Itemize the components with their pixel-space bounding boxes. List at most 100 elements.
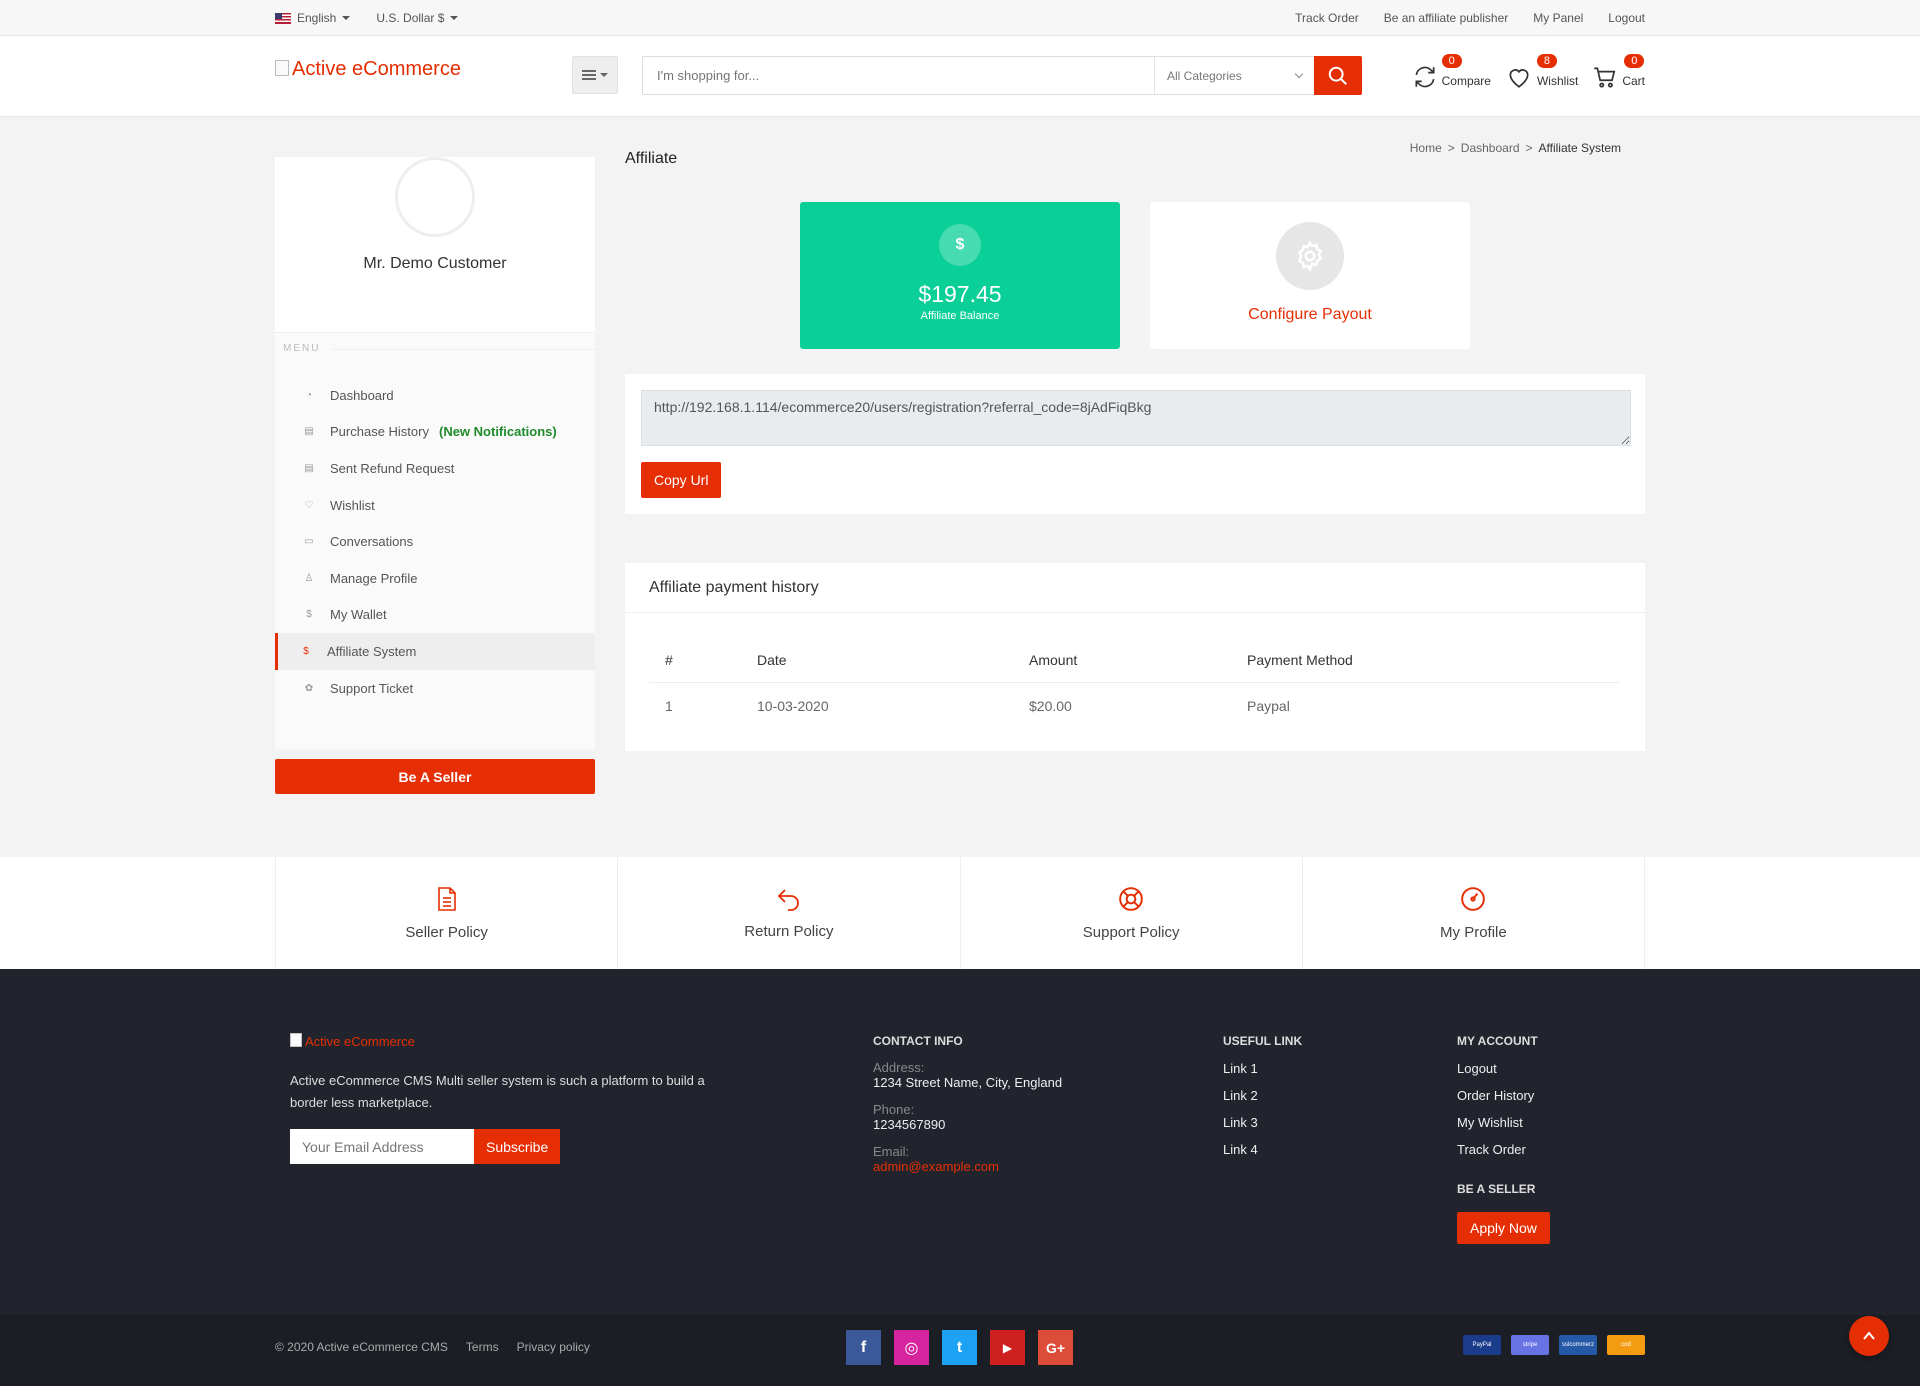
- search-button[interactable]: [1314, 56, 1362, 95]
- site-logo[interactable]: Active eCommerce: [275, 58, 461, 81]
- column-header: #: [665, 651, 673, 668]
- dollar-icon: $: [939, 224, 981, 266]
- be-seller-heading: BE A SELLER: [1457, 1182, 1536, 1196]
- user-name: Mr. Demo Customer: [363, 255, 507, 272]
- sidebar-item-refund-request[interactable]: ▤ Sent Refund Request: [275, 450, 595, 487]
- file-icon: ▤: [304, 426, 314, 438]
- footer-logo[interactable]: Active eCommerce: [290, 1032, 415, 1049]
- search-input[interactable]: [643, 57, 1154, 94]
- cart-count-badge: 0: [1624, 54, 1645, 68]
- subscribe-button[interactable]: Subscribe: [474, 1129, 561, 1164]
- search-icon: [1328, 66, 1347, 85]
- my-profile-link[interactable]: My Profile: [1303, 857, 1645, 969]
- copy-url-button[interactable]: Copy Url: [641, 462, 722, 498]
- footer-wishlist-link[interactable]: My Wishlist: [1457, 1114, 1550, 1141]
- return-policy-link[interactable]: Return Policy: [618, 857, 961, 969]
- heart-icon: [1509, 69, 1529, 88]
- useful-link-3[interactable]: Link 3: [1223, 1114, 1302, 1141]
- scroll-to-top-button[interactable]: [1849, 1316, 1889, 1356]
- google-plus-icon[interactable]: G+: [1038, 1330, 1073, 1365]
- category-select[interactable]: All Categories: [1154, 57, 1314, 94]
- sidebar-item-wishlist[interactable]: ♡ Wishlist: [275, 487, 595, 524]
- affiliate-balance-card: $ $197.45 Affiliate Balance: [800, 202, 1120, 349]
- cart-icon: [1594, 67, 1616, 88]
- support-policy-link[interactable]: Support Policy: [961, 857, 1303, 969]
- sidebar-menu: MENU ◔ Dashboard ▤ Purchase History (New No…: [275, 333, 595, 749]
- top-bar: English U.S. Dollar $ Track Order Be an …: [0, 0, 1920, 36]
- contact-heading: CONTACT INFO: [873, 1034, 963, 1048]
- useful-link-4[interactable]: Link 4: [1223, 1141, 1302, 1168]
- track-order-link[interactable]: Track Order: [1295, 11, 1359, 25]
- caret-down-icon: [450, 16, 459, 20]
- referral-url-field[interactable]: http://192.168.1.114/ecommerce20/users/r…: [641, 390, 1631, 446]
- terms-link[interactable]: Terms: [466, 1340, 499, 1354]
- my-panel-link[interactable]: My Panel: [1533, 11, 1583, 25]
- column-header: Amount: [1029, 651, 1078, 668]
- newsletter-email-input[interactable]: [290, 1129, 474, 1164]
- sslcommerz-icon: sslcommerz: [1559, 1335, 1597, 1355]
- file-icon: ▤: [304, 462, 314, 474]
- avatar: [395, 157, 475, 237]
- new-notifications-label: (New Notifications): [438, 424, 557, 440]
- affiliate-publisher-link[interactable]: Be an affiliate publisher: [1384, 11, 1509, 25]
- currency-selector[interactable]: U.S. Dollar $: [376, 11, 459, 25]
- gear-icon: [1276, 222, 1344, 290]
- useful-link-2[interactable]: Link 2: [1223, 1087, 1302, 1114]
- cart-button[interactable]: 0 Cart: [1592, 54, 1645, 90]
- sidebar: Mr. Demo Customer MENU ◔ Dashboard ▤ Purch…: [275, 141, 595, 794]
- us-flag-icon: [275, 12, 291, 24]
- dollar-icon: $: [303, 645, 309, 657]
- twitter-icon[interactable]: t: [942, 1330, 977, 1365]
- dollar-icon: $: [306, 609, 312, 621]
- menu-divider: [333, 349, 595, 350]
- copyright-text: © 2020 Active eCommerce CMS: [275, 1340, 448, 1354]
- compare-button[interactable]: 0 Compare: [1412, 54, 1491, 90]
- footer-track-order-link[interactable]: Track Order: [1457, 1141, 1550, 1168]
- column-header: Date: [757, 651, 787, 668]
- footer-order-history-link[interactable]: Order History: [1457, 1087, 1550, 1114]
- be-a-seller-button[interactable]: Be A Seller: [275, 759, 595, 794]
- column-header: Payment Method: [1247, 651, 1353, 668]
- referral-card: http://192.168.1.114/ecommerce20/users/r…: [625, 374, 1645, 514]
- chevron-up-icon: [1863, 1331, 1875, 1340]
- useful-link-1[interactable]: Link 1: [1223, 1060, 1302, 1087]
- policy-bar: Seller Policy Return Policy Support Poli…: [0, 857, 1920, 969]
- dashboard-icon: [1461, 886, 1486, 911]
- return-icon: [777, 888, 799, 911]
- seller-policy-link[interactable]: Seller Policy: [276, 857, 619, 969]
- sidebar-item-my-wallet[interactable]: $ My Wallet: [275, 597, 595, 634]
- document-icon: [437, 886, 456, 911]
- footer-description: Active eCommerce CMS Multi seller system…: [290, 1073, 705, 1110]
- user-icon: ♙: [304, 572, 314, 584]
- paypal-icon: PayPal: [1463, 1335, 1501, 1355]
- sidebar-item-purchase-history[interactable]: ▤ Purchase History (New Notifications): [275, 414, 595, 451]
- support-icon: ✿: [304, 682, 314, 694]
- wishlist-button[interactable]: 8 Wishlist: [1505, 54, 1578, 90]
- table-header-row: # Date Amount Payment Method: [649, 637, 1619, 683]
- privacy-policy-link[interactable]: Privacy policy: [517, 1340, 590, 1354]
- caret-down-icon: [600, 73, 608, 77]
- broken-image-icon: [275, 59, 289, 76]
- table-cell: 1: [665, 698, 673, 714]
- breadcrumb-dashboard[interactable]: Dashboard: [1461, 141, 1520, 155]
- language-selector[interactable]: English: [275, 11, 351, 25]
- category-menu-button[interactable]: [572, 56, 618, 94]
- facebook-icon[interactable]: f: [846, 1330, 881, 1365]
- apply-now-button[interactable]: Apply Now: [1457, 1212, 1550, 1244]
- youtube-icon[interactable]: ▶: [990, 1330, 1025, 1365]
- chat-icon: ▭: [304, 536, 314, 548]
- instagram-icon[interactable]: ◎: [894, 1330, 929, 1365]
- sidebar-item-manage-profile[interactable]: ♙ Manage Profile: [275, 560, 595, 597]
- sidebar-item-conversations[interactable]: ▭ Conversations: [275, 523, 595, 560]
- logout-link[interactable]: Logout: [1608, 11, 1645, 25]
- breadcrumb-home[interactable]: Home: [1410, 141, 1442, 155]
- contact-email-link[interactable]: admin@example.com: [873, 1159, 1062, 1174]
- sidebar-item-dashboard[interactable]: ◔ Dashboard: [275, 377, 595, 414]
- payment-history-card: Affiliate payment history # Date Amount …: [625, 563, 1645, 751]
- sidebar-item-affiliate-system[interactable]: $ Affiliate System: [275, 633, 595, 670]
- configure-payout-card[interactable]: Configure Payout: [1150, 202, 1470, 349]
- search-bar: All Categories: [642, 56, 1362, 95]
- compare-count-badge: 0: [1441, 54, 1462, 68]
- sidebar-item-support-ticket[interactable]: ✿ Support Ticket: [275, 670, 595, 707]
- footer-logout-link[interactable]: Logout: [1457, 1060, 1550, 1087]
